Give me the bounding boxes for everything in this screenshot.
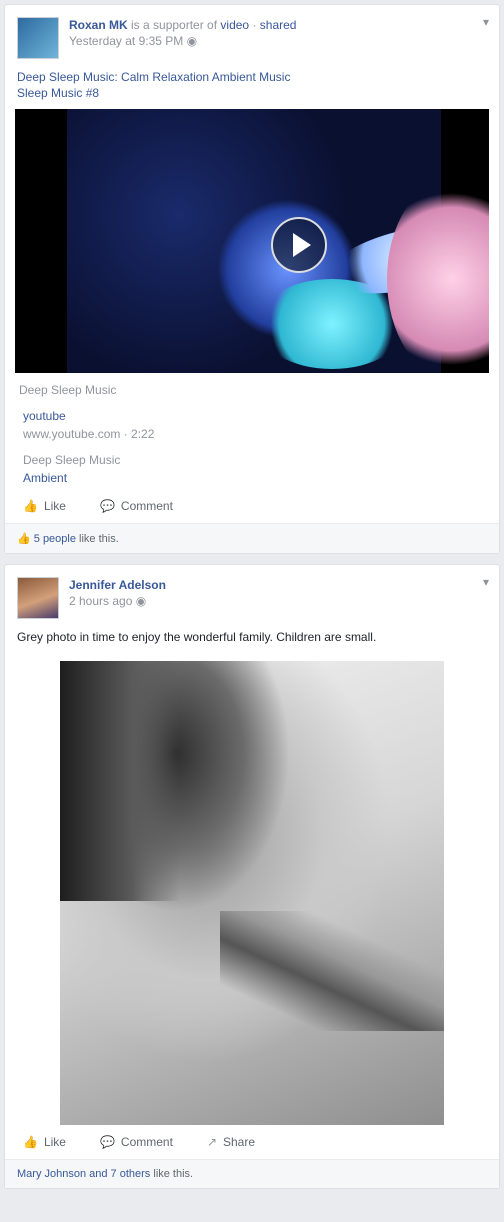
post-actions: 👍 Like 💬 Comment ↗ Share xyxy=(5,1125,499,1159)
video-frame xyxy=(67,109,489,373)
source-link[interactable]: youtube xyxy=(23,407,481,425)
video-player[interactable] xyxy=(15,109,489,373)
like-button[interactable]: 👍 Like xyxy=(23,499,66,513)
share-icon: ↗ xyxy=(206,1135,217,1149)
post-header: Jennifer Adelson 2 hours ago ◉ xyxy=(5,565,499,623)
thumb-icon: 👍 xyxy=(17,533,31,545)
comment-icon: 💬 xyxy=(99,1135,115,1149)
likes-text: like this. xyxy=(79,533,119,545)
avatar[interactable] xyxy=(17,17,59,59)
post-text: Grey photo in time to enjoy the wonderfu… xyxy=(17,630,377,644)
post-photo[interactable] xyxy=(60,661,444,1125)
post-actions: 👍 Like 💬 Comment xyxy=(5,489,499,523)
feed-post-video: ▾ Roxan MK is a supporter of video · sha… xyxy=(4,4,500,554)
video-source: Deep Sleep Music xyxy=(5,373,499,397)
comment-button[interactable]: 💬 Comment xyxy=(100,1135,173,1149)
source-site: www.youtube.com · 2:22 xyxy=(23,427,155,441)
thumb-icon: 👍 xyxy=(23,1135,38,1149)
attach-note: Deep Sleep Music xyxy=(23,453,121,467)
comment-button[interactable]: 💬 Comment xyxy=(100,499,173,513)
likes-link[interactable]: 5 people xyxy=(34,533,76,545)
globe-icon: ◉ xyxy=(135,594,147,608)
action-text: is a supporter of xyxy=(131,18,218,32)
chevron-down-icon[interactable]: ▾ xyxy=(483,15,489,29)
like-button[interactable]: 👍 Like xyxy=(23,1135,66,1149)
author-name[interactable]: Jennifer Adelson xyxy=(69,578,166,592)
post-caption[interactable]: Deep Sleep Music: Calm Relaxation Ambien… xyxy=(5,63,499,109)
thumb-icon: 👍 xyxy=(23,499,38,513)
globe-icon: ◉ xyxy=(186,34,198,48)
attach-link[interactable]: Ambient xyxy=(23,469,481,487)
comment-icon: 💬 xyxy=(99,499,115,513)
likes-summary: 👍 5 people like this. xyxy=(5,523,499,553)
post-meta: Roxan MK is a supporter of video · share… xyxy=(69,18,297,48)
chevron-down-icon[interactable]: ▾ xyxy=(483,575,489,589)
author-name[interactable]: Roxan MK xyxy=(69,18,128,32)
news-feed: ▾ Roxan MK is a supporter of video · sha… xyxy=(4,0,500,1189)
play-icon[interactable] xyxy=(271,217,327,273)
attachment: youtube www.youtube.com · 2:22 Deep Slee… xyxy=(5,397,499,489)
video-meta: Deep Sleep Music xyxy=(19,383,117,397)
share-button[interactable]: ↗ Share xyxy=(207,1135,255,1149)
likes-text: like this. xyxy=(153,1168,194,1180)
likes-link[interactable]: Mary Johnson and 7 others xyxy=(17,1168,150,1180)
post-meta: Jennifer Adelson 2 hours ago ◉ xyxy=(69,577,487,619)
likes-summary: Mary Johnson and 7 others like this. xyxy=(5,1159,499,1188)
avatar[interactable] xyxy=(17,577,59,619)
post-time[interactable]: 2 hours ago xyxy=(69,594,132,608)
post-header: Roxan MK is a supporter of video · share… xyxy=(5,5,499,63)
target-link-1[interactable]: video xyxy=(220,18,249,32)
post-time[interactable]: Yesterday at 9:35 PM xyxy=(69,34,183,48)
target-link-2[interactable]: shared xyxy=(260,18,297,32)
feed-post-photo: ▾ Jennifer Adelson 2 hours ago ◉ Grey ph… xyxy=(4,564,500,1189)
